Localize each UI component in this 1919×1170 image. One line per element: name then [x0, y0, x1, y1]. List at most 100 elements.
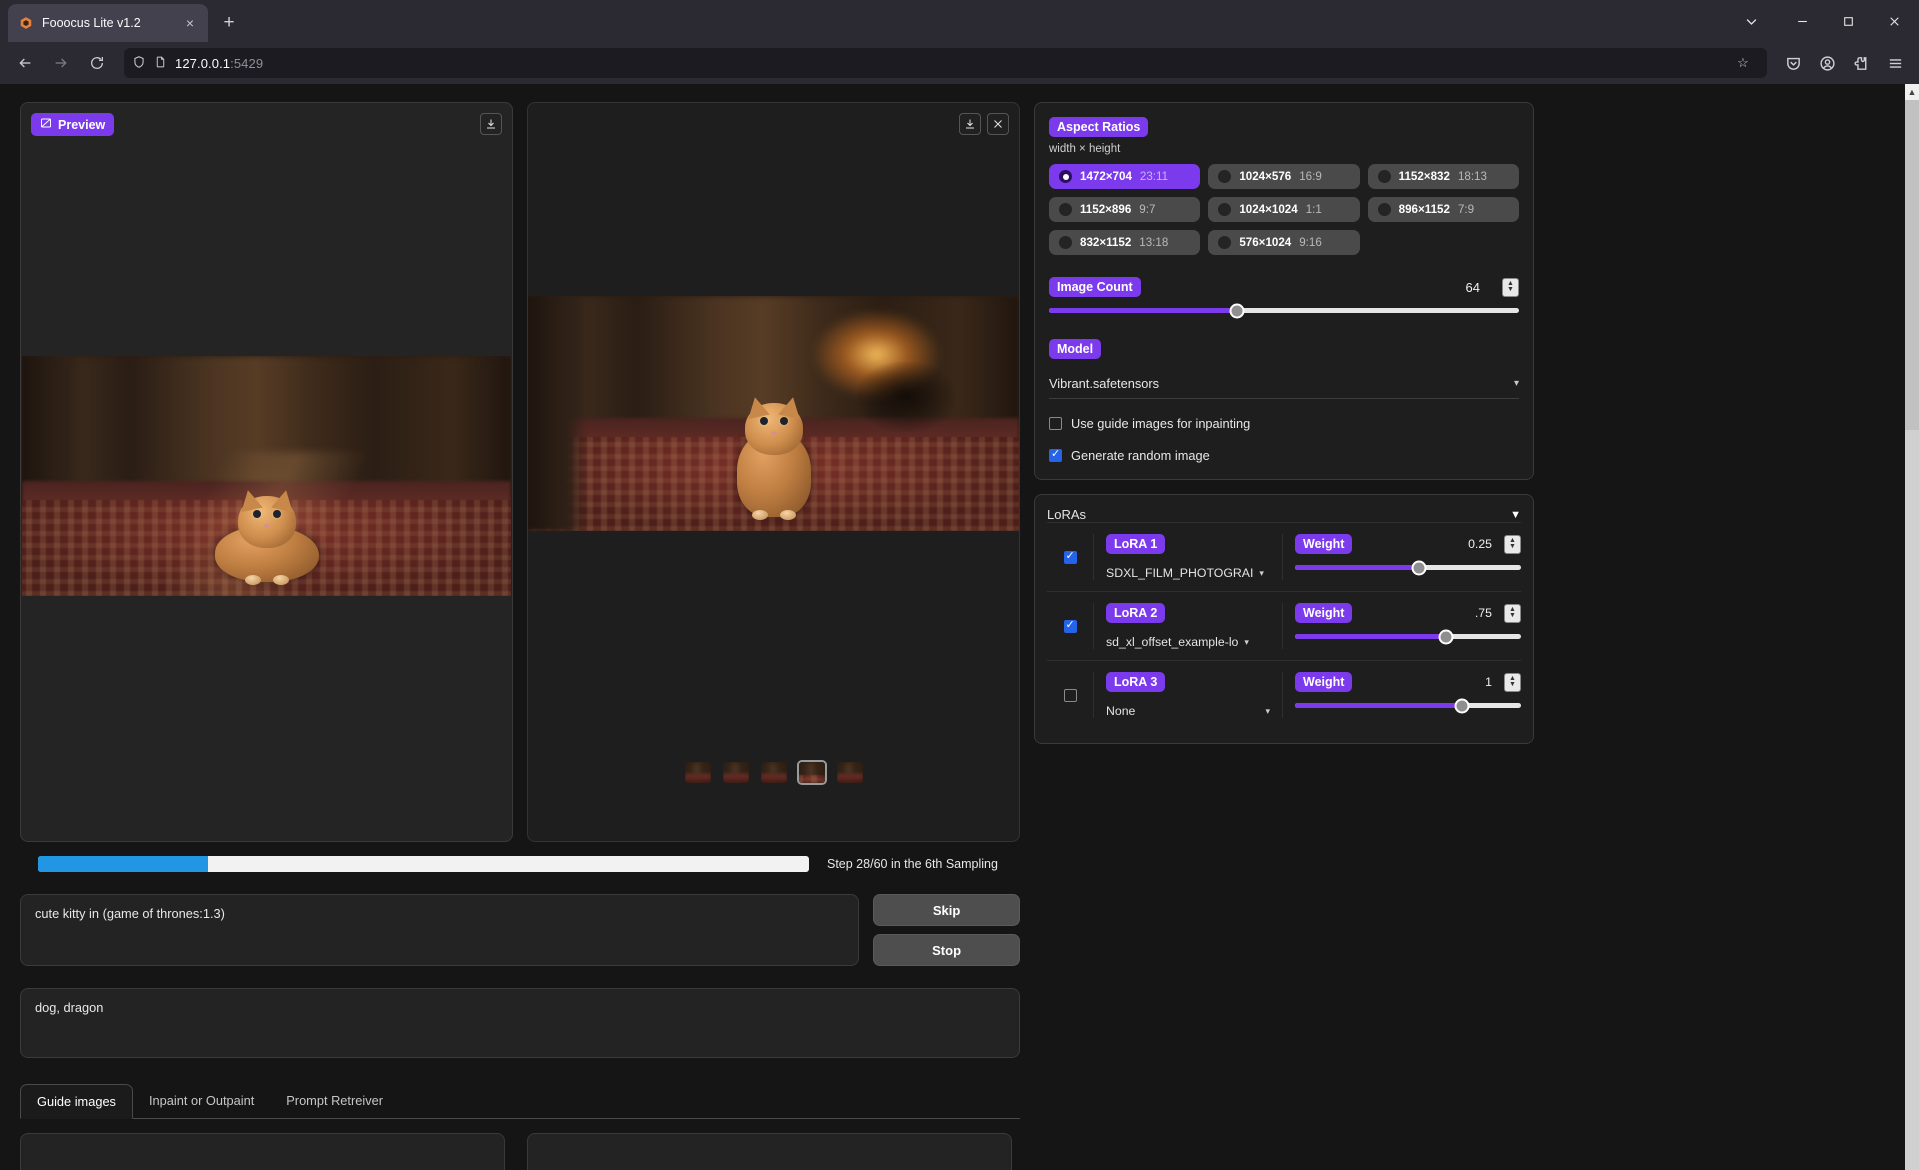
back-icon[interactable]: [8, 47, 42, 79]
checkbox-icon[interactable]: [1049, 449, 1062, 462]
forward-icon[interactable]: [44, 47, 78, 79]
scrollbar-thumb[interactable]: [1905, 100, 1919, 430]
lora-weight-value[interactable]: 1: [1485, 675, 1504, 689]
thumbnail-item[interactable]: [835, 760, 865, 785]
reload-icon[interactable]: [80, 47, 114, 79]
preview-panel: Preview: [20, 102, 513, 842]
aspect-ratio-ratio: 9:7: [1139, 203, 1155, 216]
lora-row: LoRA 1 SDXL_FILM_PHOTOGRAI ▾ Weight 0.25: [1047, 522, 1521, 591]
aspect-ratio-option[interactable]: 576×1024 9:16: [1208, 230, 1359, 255]
minimize-button[interactable]: [1779, 0, 1825, 42]
radio-icon: [1218, 236, 1231, 249]
lora-enable-checkbox[interactable]: [1047, 603, 1093, 649]
aspect-ratio-option[interactable]: 832×1152 13:18: [1049, 230, 1200, 255]
page-scrollbar[interactable]: ▲: [1905, 84, 1919, 1170]
lora-model-select[interactable]: None ▾: [1106, 704, 1270, 718]
scroll-up-icon[interactable]: ▲: [1905, 84, 1919, 100]
lora-model-value: sd_xl_offset_example-lo: [1106, 635, 1238, 649]
negative-prompt-input[interactable]: dog, dragon: [20, 988, 1020, 1058]
checkbox-icon[interactable]: [1064, 551, 1077, 564]
lora-enable-checkbox[interactable]: [1047, 534, 1093, 580]
lora-weight-value[interactable]: 0.25: [1468, 537, 1504, 551]
thumbnail-item-selected[interactable]: [797, 760, 827, 785]
lora-weight-value[interactable]: .75: [1475, 606, 1504, 620]
chevron-down-icon: ▾: [1259, 568, 1264, 579]
aspect-ratio-option[interactable]: 1152×832 18:13: [1368, 164, 1519, 189]
thumbnail-item[interactable]: [683, 760, 713, 785]
collapse-triangle-icon[interactable]: ▼: [1510, 509, 1521, 521]
chevron-down-icon[interactable]: [1723, 0, 1779, 42]
image-icon: [40, 117, 52, 132]
lora-weight-stepper[interactable]: ▲▼: [1504, 535, 1521, 554]
aspect-ratio-ratio: 13:18: [1139, 236, 1168, 249]
pocket-icon[interactable]: [1777, 47, 1809, 79]
aspect-ratio-ratio: 9:16: [1299, 236, 1322, 249]
lora-weight-slider[interactable]: [1295, 565, 1521, 570]
download-icon[interactable]: [480, 113, 502, 135]
lora-model-select[interactable]: SDXL_FILM_PHOTOGRAI ▾: [1106, 566, 1270, 580]
radio-icon: [1378, 203, 1391, 216]
skip-button[interactable]: Skip: [873, 894, 1020, 926]
guide-inpaint-checkbox-row[interactable]: Use guide images for inpainting: [1049, 416, 1519, 431]
image-count-value[interactable]: 64: [1466, 280, 1502, 295]
preview-badge: Preview: [31, 113, 114, 136]
aspect-ratio-grid: 1472×704 23:11 1024×576 16:9 1152×832: [1049, 164, 1519, 255]
random-image-checkbox-row[interactable]: Generate random image: [1049, 448, 1519, 463]
aspect-ratio-dim: 832×1152: [1080, 236, 1131, 249]
positive-prompt-input[interactable]: cute kitty in (game of thrones:1.3): [20, 894, 859, 966]
lora-model-value: SDXL_FILM_PHOTOGRAI: [1106, 566, 1253, 580]
account-icon[interactable]: [1811, 47, 1843, 79]
guide-image-slot[interactable]: [527, 1133, 1012, 1170]
checkbox-icon[interactable]: [1064, 620, 1077, 633]
weight-label: Weight: [1295, 672, 1352, 692]
browser-tab[interactable]: Fooocus Lite v1.2 ×: [8, 4, 208, 42]
model-select[interactable]: Vibrant.safetensors ▾: [1049, 369, 1519, 399]
tab-inpaint-outpaint[interactable]: Inpaint or Outpaint: [133, 1084, 270, 1118]
lora-label: LoRA 3: [1106, 672, 1165, 692]
thumbnail-item[interactable]: [721, 760, 751, 785]
loras-header[interactable]: LoRAs ▼: [1047, 507, 1521, 522]
menu-icon[interactable]: [1879, 47, 1911, 79]
close-window-button[interactable]: [1871, 0, 1917, 42]
chevron-down-icon: ▾: [1244, 637, 1249, 648]
url-bar[interactable]: 127.0.0.1:5429 ☆: [124, 48, 1767, 78]
aspect-ratio-option[interactable]: 1024×1024 1:1: [1208, 197, 1359, 222]
thumbnail-item[interactable]: [759, 760, 789, 785]
left-column: Preview: [20, 102, 1020, 1170]
download-icon[interactable]: [959, 113, 981, 135]
lora-weight-stepper[interactable]: ▲▼: [1504, 673, 1521, 692]
aspect-ratios-label: Aspect Ratios: [1049, 117, 1148, 137]
image-count-slider[interactable]: [1049, 308, 1519, 313]
checkbox-icon[interactable]: [1064, 689, 1077, 702]
guide-image-slot[interactable]: [20, 1133, 505, 1170]
aspect-ratio-dim: 896×1152: [1399, 203, 1450, 216]
bookmark-star-icon[interactable]: ☆: [1727, 47, 1759, 79]
close-icon[interactable]: ×: [180, 13, 200, 33]
browser-window: Fooocus Lite v1.2 × +: [0, 0, 1919, 1170]
stop-button[interactable]: Stop: [873, 934, 1020, 966]
lora-model-select[interactable]: sd_xl_offset_example-lo ▾: [1106, 635, 1270, 649]
thumbnail-strip[interactable]: [528, 760, 1019, 785]
maximize-button[interactable]: [1825, 0, 1871, 42]
preview-row: Preview: [20, 102, 1020, 842]
close-icon[interactable]: [987, 113, 1009, 135]
aspect-ratio-option[interactable]: 1152×896 9:7: [1049, 197, 1200, 222]
model-value: Vibrant.safetensors: [1049, 376, 1159, 391]
lora-weight-stepper[interactable]: ▲▼: [1504, 604, 1521, 623]
aspect-ratio-dim: 1024×1024: [1239, 203, 1297, 216]
lora-weight-slider[interactable]: [1295, 634, 1521, 639]
aspect-ratio-option[interactable]: 896×1152 7:9: [1368, 197, 1519, 222]
checkbox-icon[interactable]: [1049, 417, 1062, 430]
lora-weight-slider[interactable]: [1295, 703, 1521, 708]
aspect-ratio-option[interactable]: 1472×704 23:11: [1049, 164, 1200, 189]
new-tab-button[interactable]: +: [214, 8, 244, 38]
browser-navbar: 127.0.0.1:5429 ☆: [0, 42, 1919, 84]
tab-guide-images[interactable]: Guide images: [20, 1084, 133, 1119]
extensions-icon[interactable]: [1845, 47, 1877, 79]
tab-prompt-retreiver[interactable]: Prompt Retreiver: [270, 1084, 399, 1118]
progress-fill: [38, 856, 208, 872]
image-count-stepper[interactable]: ▲▼: [1502, 278, 1519, 297]
aspect-ratio-option[interactable]: 1024×576 16:9: [1208, 164, 1359, 189]
lora-label: LoRA 2: [1106, 603, 1165, 623]
lora-enable-checkbox[interactable]: [1047, 672, 1093, 718]
